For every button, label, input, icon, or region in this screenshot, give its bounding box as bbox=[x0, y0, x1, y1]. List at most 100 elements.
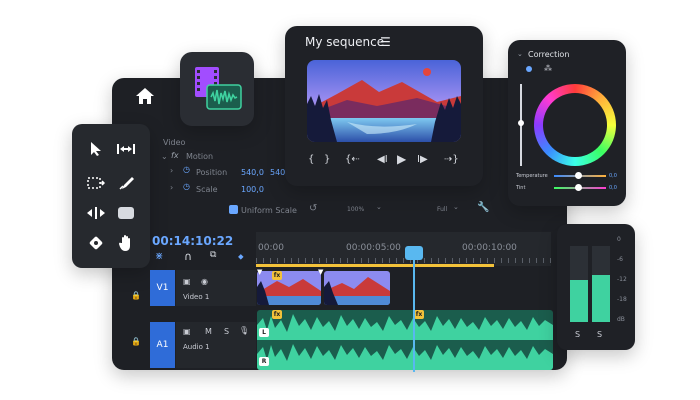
meter-right-fill bbox=[592, 274, 610, 322]
tint-handle[interactable] bbox=[575, 184, 582, 191]
work-area-bar[interactable] bbox=[256, 264, 494, 267]
speaker-icon[interactable]: ▣ bbox=[183, 327, 191, 336]
microphone-icon[interactable]: 🎙 bbox=[239, 326, 249, 335]
marker-icon[interactable]: ⬥ bbox=[238, 252, 244, 262]
razor-tool[interactable] bbox=[84, 232, 108, 254]
hamburger-icon[interactable]: ☰ bbox=[380, 35, 391, 49]
audio-waveform bbox=[257, 314, 553, 370]
clip-thumbnail bbox=[324, 271, 390, 305]
quality-select[interactable]: Full bbox=[437, 206, 447, 213]
fx-badge[interactable]: fx bbox=[414, 310, 424, 319]
home-button[interactable] bbox=[132, 84, 158, 108]
transition-marker-icon[interactable]: ▼ bbox=[257, 268, 262, 276]
reset-icon[interactable]: ↺ bbox=[309, 203, 317, 214]
pen-tool[interactable] bbox=[114, 172, 138, 194]
uniform-scale-label: Uniform Scale bbox=[241, 206, 297, 215]
meter-solo-right[interactable]: S bbox=[597, 330, 602, 339]
selection-tool[interactable] bbox=[84, 138, 108, 160]
slip-tool[interactable] bbox=[84, 202, 108, 224]
landscape-preview bbox=[307, 60, 461, 142]
rectangle-tool[interactable] bbox=[114, 202, 138, 224]
hand-tool[interactable] bbox=[114, 232, 138, 254]
scale-value[interactable]: 100,0 bbox=[241, 185, 264, 194]
razor-icon bbox=[89, 236, 103, 250]
ripple-edit-tool[interactable] bbox=[114, 138, 138, 160]
solo-button[interactable]: S bbox=[224, 327, 229, 336]
chevron-down-icon[interactable]: ⌄ bbox=[161, 152, 168, 161]
track-select-icon bbox=[87, 177, 105, 189]
play-button[interactable]: ▶ bbox=[397, 152, 406, 166]
camera-icon[interactable]: ▣ bbox=[183, 277, 191, 286]
playhead-line[interactable] bbox=[413, 258, 415, 372]
motion-label: Motion bbox=[186, 152, 214, 161]
step-back-button[interactable]: ◀I bbox=[377, 154, 388, 165]
fx-badge[interactable]: fx bbox=[272, 271, 282, 280]
arrow-cursor-icon bbox=[91, 142, 101, 156]
step-forward-button[interactable]: I▶ bbox=[417, 154, 428, 165]
lock-icon[interactable]: 🔒 bbox=[131, 337, 141, 346]
mark-out-button[interactable]: } bbox=[324, 154, 330, 165]
temperature-value[interactable]: 0,0 bbox=[609, 173, 617, 179]
chevron-down-icon[interactable]: ⌄ bbox=[517, 50, 523, 58]
media-panel[interactable] bbox=[180, 52, 254, 126]
correction-title: Correction bbox=[528, 50, 570, 59]
chevron-right-icon[interactable]: › bbox=[170, 166, 173, 175]
lock-icon[interactable]: 🔒 bbox=[131, 291, 141, 300]
stopwatch-icon[interactable]: ◷ bbox=[183, 182, 190, 191]
tint-label: Tint bbox=[516, 185, 526, 191]
luminance-slider-handle[interactable] bbox=[518, 120, 524, 126]
ripple-edit-icon bbox=[117, 144, 135, 154]
color-circles-icon[interactable]: ⁂ bbox=[544, 64, 552, 73]
wheel-mode-dot[interactable] bbox=[526, 66, 532, 72]
temperature-handle[interactable] bbox=[575, 172, 582, 179]
go-to-out-button[interactable]: ⇢} bbox=[444, 154, 459, 165]
mute-button[interactable]: M bbox=[205, 327, 212, 336]
eye-icon[interactable]: ◉ bbox=[201, 277, 208, 286]
audio-track-name: Audio 1 bbox=[183, 343, 210, 351]
color-correction-panel: ⌄ Correction ⁂ Temperature 0,0 Tint 0,0 bbox=[508, 40, 626, 206]
db-label-3: -18 bbox=[617, 296, 627, 303]
program-monitor: My sequence ☰ { } {⇠ ◀I ▶ I▶ ⇢} bbox=[285, 26, 483, 186]
go-to-in-button[interactable]: {⇠ bbox=[345, 154, 360, 165]
snap-icon[interactable]: ⋇ bbox=[155, 251, 163, 262]
clip-thumbnail bbox=[257, 271, 321, 305]
tools-panel bbox=[72, 124, 150, 268]
uniform-scale-checkbox[interactable] bbox=[229, 205, 238, 214]
video-preview[interactable] bbox=[307, 60, 461, 142]
track-select-tool[interactable] bbox=[84, 172, 108, 194]
effects-section-label: Video bbox=[163, 138, 186, 147]
audio-meters-panel: 0 -6 -12 -18 dB S S bbox=[557, 224, 635, 350]
zoom-select[interactable]: 100% bbox=[347, 206, 364, 213]
meter-left bbox=[570, 246, 588, 322]
position-label: Position bbox=[196, 168, 228, 177]
track-a1-target[interactable]: A1 bbox=[150, 322, 175, 368]
meter-solo-left[interactable]: S bbox=[575, 330, 580, 339]
chevron-right-icon[interactable]: › bbox=[170, 183, 173, 192]
tint-value[interactable]: 0,0 bbox=[609, 185, 617, 191]
track-v1-target[interactable]: V1 bbox=[150, 270, 175, 306]
magnet-icon[interactable]: ∩ bbox=[184, 250, 192, 263]
chevron-down-icon[interactable]: ⌄ bbox=[453, 203, 459, 211]
mark-in-button[interactable]: { bbox=[308, 154, 314, 165]
rectangle-icon bbox=[118, 207, 134, 219]
db-label-0: 0 bbox=[617, 236, 621, 243]
wrench-icon[interactable]: 🔧 bbox=[477, 202, 489, 213]
db-label-1: -6 bbox=[617, 256, 623, 263]
chevron-down-icon[interactable]: ⌄ bbox=[376, 203, 382, 211]
slip-icon bbox=[87, 207, 105, 219]
ruler-label-1: 00:00:05:00 bbox=[346, 243, 401, 253]
video-clip-2[interactable] bbox=[324, 271, 390, 305]
stopwatch-icon[interactable]: ◷ bbox=[183, 165, 190, 174]
sequence-title: My sequence bbox=[305, 35, 385, 49]
position-x-value[interactable]: 540,0 bbox=[241, 168, 264, 177]
timecode-display[interactable]: 00:14:10:22 bbox=[152, 234, 233, 248]
audio-clip[interactable] bbox=[257, 310, 553, 370]
transition-marker-icon[interactable]: ▼ bbox=[318, 268, 323, 276]
fx-badge[interactable]: fx bbox=[272, 310, 282, 319]
color-wheel[interactable] bbox=[534, 84, 616, 166]
meter-left-fill bbox=[570, 280, 588, 322]
video-clip-1[interactable] bbox=[257, 271, 321, 305]
hand-icon bbox=[119, 235, 130, 251]
ruler-ticks bbox=[256, 258, 551, 263]
linked-selection-icon[interactable]: ⧉ bbox=[210, 250, 216, 260]
